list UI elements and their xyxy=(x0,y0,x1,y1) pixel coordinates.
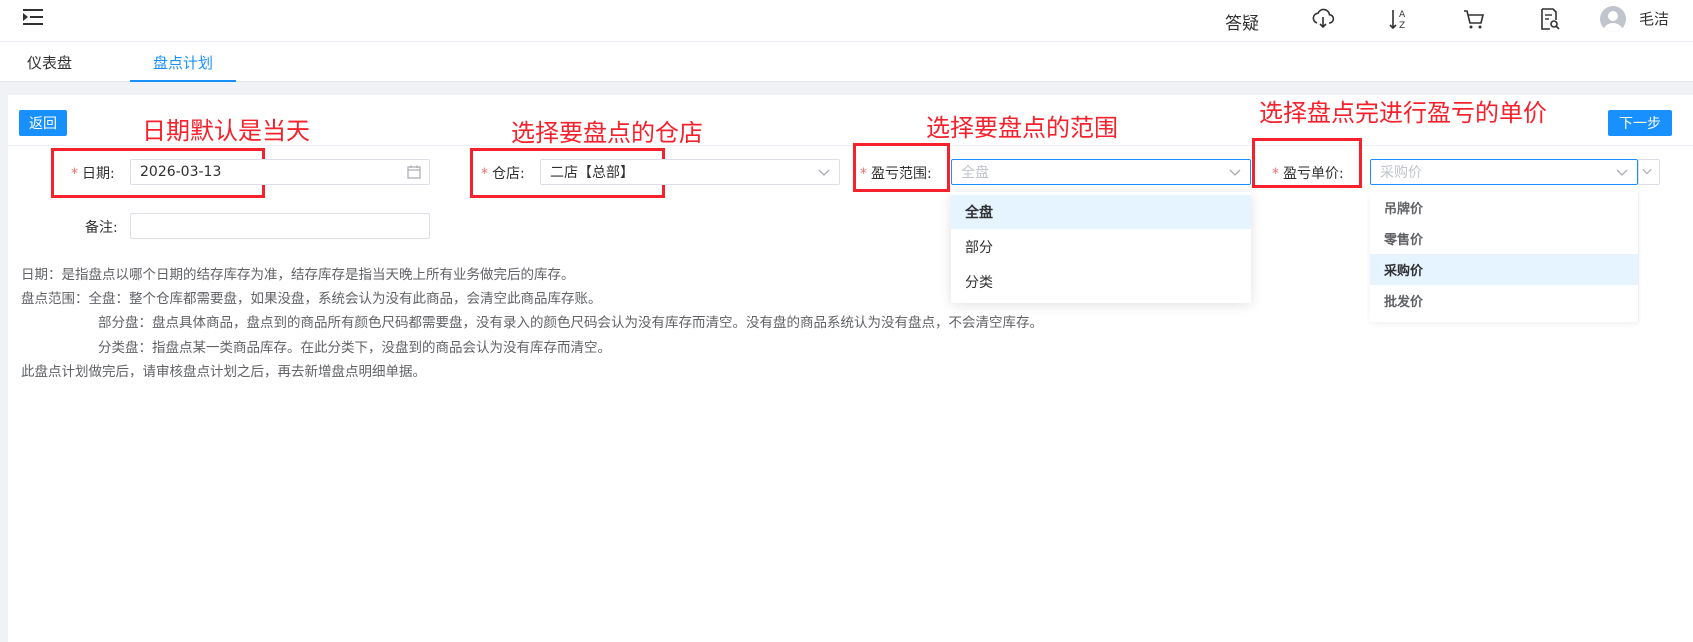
cloud-download-icon[interactable] xyxy=(1311,7,1335,31)
note-input[interactable] xyxy=(130,213,430,239)
price-select[interactable]: 采购价 xyxy=(1370,159,1638,185)
note-label: 备注: xyxy=(85,220,118,236)
tab-bar: 仪表盘 盘点计划 xyxy=(0,42,1693,82)
chevron-down-icon xyxy=(1642,168,1652,175)
svg-text:Z: Z xyxy=(1399,21,1405,31)
scope-label: * 盈亏范围: xyxy=(860,166,932,182)
price-label: * 盈亏单价: xyxy=(1272,166,1344,182)
price-dropdown: 吊牌价 零售价 采购价 批发价 xyxy=(1370,192,1638,322)
sort-az-icon[interactable]: A Z xyxy=(1387,7,1411,31)
desc-scope-category: 分类盘：指盘点某一类商品库存。在此分类下，没盘到的商品会认为没有库存而清空。 xyxy=(98,340,611,356)
annotation-scope: 选择要盘点的范围 xyxy=(926,114,1118,142)
annotation-price: 选择盘点完进行盈亏的单价 xyxy=(1259,99,1547,127)
chevron-down-icon xyxy=(1229,169,1241,176)
document-search-icon[interactable] xyxy=(1537,7,1561,31)
qa-link[interactable]: 答疑 xyxy=(1225,9,1259,34)
price-placeholder: 采购价 xyxy=(1380,165,1422,181)
chevron-down-icon xyxy=(1616,169,1628,176)
cart-icon[interactable] xyxy=(1462,7,1486,31)
menu-fold-icon[interactable] xyxy=(22,7,44,27)
desc-scope-full: 盘点范围：全盘：整个仓库都需要盘，如果没盘，系统会认为没有此商品，会清空此商品库… xyxy=(21,291,602,307)
price-option-retail[interactable]: 零售价 xyxy=(1370,223,1638,254)
store-label: * 仓店: xyxy=(481,166,525,182)
scope-placeholder: 全盘 xyxy=(961,165,989,181)
user-name[interactable]: 毛洁 xyxy=(1639,8,1669,29)
desc-followup: 此盘点计划做完后，请审核盘点计划之后，再去新增盘点明细单据。 xyxy=(21,364,426,380)
store-value: 二店【总部】 xyxy=(550,165,634,181)
scope-dropdown: 全盘 部分 分类 xyxy=(951,192,1251,303)
chevron-down-icon xyxy=(818,169,830,176)
date-label: * 日期: xyxy=(71,166,115,182)
scope-option-full[interactable]: 全盘 xyxy=(951,195,1251,229)
price-option-tag[interactable]: 吊牌价 xyxy=(1370,192,1638,223)
svg-text:A: A xyxy=(1399,10,1406,20)
store-select[interactable]: 二店【总部】 xyxy=(540,159,840,185)
date-input[interactable]: 2026-03-13 xyxy=(130,159,430,185)
tab-stock-plan[interactable]: 盘点计划 xyxy=(153,52,213,73)
price-option-wholesale[interactable]: 批发价 xyxy=(1370,285,1638,316)
scope-option-category[interactable]: 分类 xyxy=(951,265,1251,299)
scope-option-partial[interactable]: 部分 xyxy=(951,230,1251,264)
date-value: 2026-03-13 xyxy=(140,164,222,180)
desc-scope-partial: 部分盘：盘点具体商品，盘点到的商品所有颜色尺码都需要盘，没有录入的颜色尺码会认为… xyxy=(98,315,1043,331)
scope-select[interactable]: 全盘 xyxy=(951,159,1251,185)
price-option-purchase[interactable]: 采购价 xyxy=(1370,254,1638,285)
top-bar: 答疑 A Z 毛洁 xyxy=(0,0,1693,42)
price-select-extra[interactable] xyxy=(1638,159,1660,185)
back-button[interactable]: 返回 xyxy=(19,110,67,136)
calendar-icon xyxy=(407,165,421,179)
annotation-store: 选择要盘点的仓店 xyxy=(511,119,703,147)
user-avatar-icon[interactable] xyxy=(1600,6,1626,32)
desc-date: 日期：是指盘点以哪个日期的结存库存为准，结存库存是指当天晚上所有业务做完后的库存… xyxy=(21,267,575,283)
tab-dashboard[interactable]: 仪表盘 xyxy=(27,52,72,73)
next-step-button[interactable]: 下一步 xyxy=(1608,110,1672,136)
annotation-date: 日期默认是当天 xyxy=(142,117,310,145)
tab-active-indicator xyxy=(130,80,236,82)
